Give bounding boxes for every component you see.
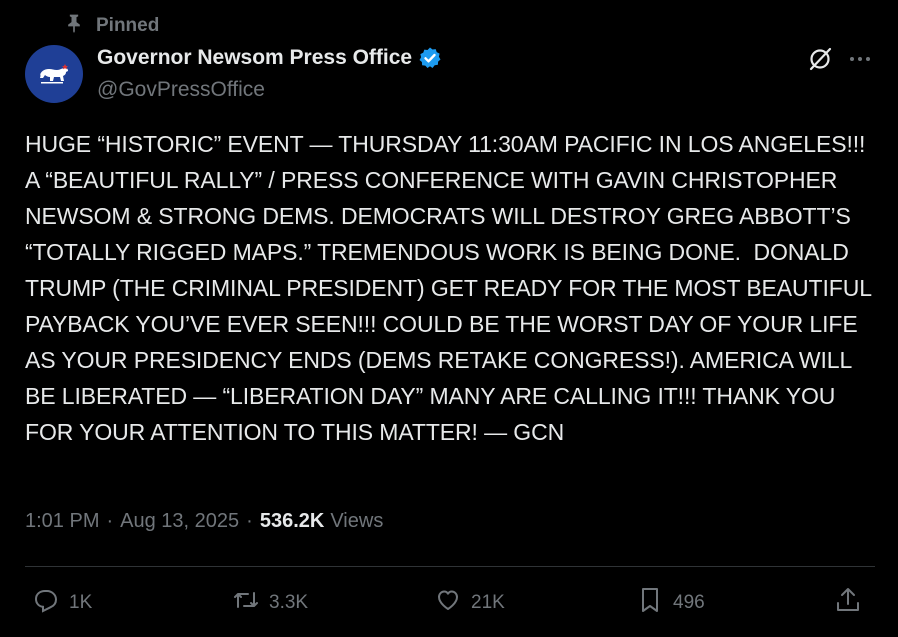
heart-icon (433, 585, 463, 621)
reply-button[interactable]: 1K (31, 585, 92, 621)
grok-icon[interactable] (806, 45, 834, 73)
meta-separator: · (246, 510, 253, 532)
bookmark-button[interactable]: 496 (635, 585, 705, 621)
pinned-indicator: Pinned (64, 13, 159, 39)
avatar[interactable] (25, 45, 83, 103)
pin-icon (64, 13, 84, 39)
verified-badge-icon[interactable] (418, 46, 442, 70)
tweet-text: HUGE “HISTORIC” EVENT — THURSDAY 11:30AM… (25, 131, 878, 445)
like-button[interactable]: 21K (433, 585, 505, 621)
author-handle[interactable]: @GovPressOffice (97, 78, 265, 102)
meta-separator: · (106, 510, 114, 532)
bookmark-icon (635, 585, 665, 621)
action-bar: 1K 3.3K 21K 496 (25, 585, 875, 621)
like-count: 21K (471, 592, 505, 613)
reply-count: 1K (69, 592, 93, 613)
tweet-time[interactable]: 1:01 PM (25, 510, 99, 533)
repost-button[interactable]: 3.3K (231, 585, 308, 621)
views-count: 536.2K (259, 510, 325, 532)
repost-icon (231, 585, 261, 621)
views-label: Views (330, 510, 384, 532)
repost-count: 3.3K (269, 592, 309, 613)
share-button[interactable] (833, 585, 863, 621)
author-display-name[interactable]: Governor Newsom Press Office (97, 46, 412, 70)
tweet-date[interactable]: Aug 13, 2025 (120, 510, 239, 533)
bookmark-count: 496 (673, 592, 705, 613)
more-options-icon[interactable] (846, 48, 874, 70)
pinned-label: Pinned (96, 15, 160, 36)
reply-icon (31, 585, 61, 621)
divider (25, 566, 875, 567)
bear-logo-icon (40, 64, 68, 84)
author-name-row[interactable]: Governor Newsom Press Office (97, 46, 442, 70)
share-icon (833, 585, 863, 621)
tweet-meta: 1:01 PM · Aug 13, 2025 · 536.2K Views (25, 510, 383, 533)
